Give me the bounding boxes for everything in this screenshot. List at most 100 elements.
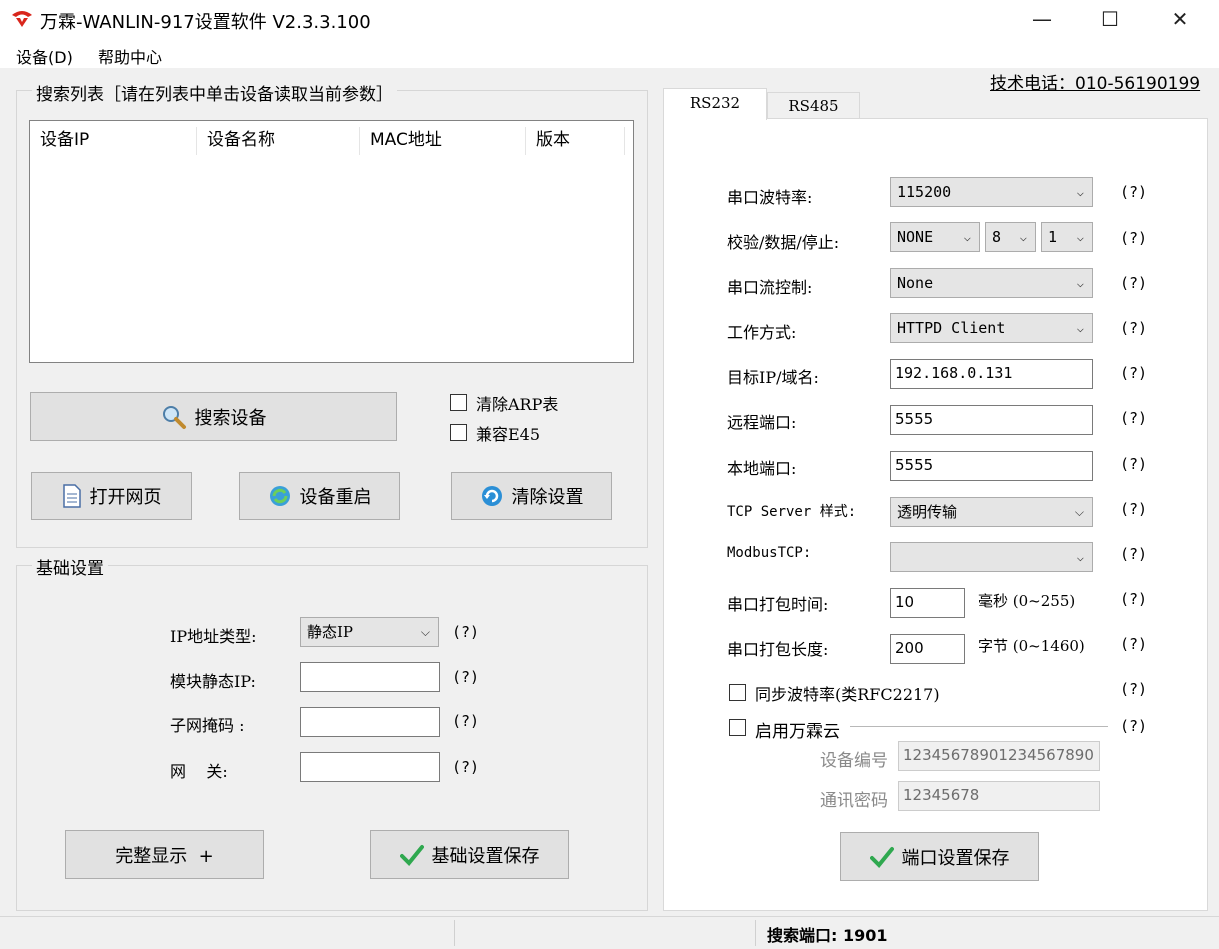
clear-arp-checkbox[interactable] xyxy=(450,394,467,411)
pack-time-label: 串口打包时间: xyxy=(727,595,829,614)
baud-label: 串口波特率: xyxy=(727,188,813,207)
modbus-select[interactable]: ⌵ xyxy=(890,542,1093,572)
comm-pwd-label: 通讯密码 xyxy=(820,791,888,811)
remote-port-help[interactable]: (?) xyxy=(1120,409,1147,427)
comm-pwd-input[interactable]: 12345678 xyxy=(898,781,1100,811)
status-separator xyxy=(755,920,756,946)
col-mac[interactable]: MAC地址 xyxy=(360,121,525,159)
clear-arp-label: 清除ARP表 xyxy=(476,395,559,414)
modbus-help[interactable]: (?) xyxy=(1120,545,1147,563)
remote-port-label: 远程端口: xyxy=(727,413,797,432)
compat-e45-label: 兼容E45 xyxy=(476,425,541,444)
parity-help[interactable]: (?) xyxy=(1120,229,1147,247)
cloud-enable-checkbox[interactable] xyxy=(729,719,746,736)
open-web-button[interactable]: 打开网页 xyxy=(31,472,192,520)
ip-type-select[interactable]: 静态IP ⌵ xyxy=(300,617,439,647)
checkmark-icon xyxy=(399,844,424,866)
parity-label: 校验/数据/停止: xyxy=(727,233,840,252)
device-no-input[interactable]: 12345678901234567890 xyxy=(898,741,1100,771)
static-ip-label: 模块静态IP: xyxy=(170,672,256,691)
full-display-button[interactable]: 完整显示 + xyxy=(65,830,264,879)
chevron-down-icon: ⌵ xyxy=(1019,230,1027,244)
tcp-style-help[interactable]: (?) xyxy=(1120,500,1147,518)
restart-button[interactable]: 设备重启 xyxy=(239,472,400,520)
tcp-style-label: TCP Server 样式: xyxy=(727,504,857,520)
magnifier-icon xyxy=(162,405,186,429)
col-version[interactable]: 版本 xyxy=(526,121,624,159)
remote-port-input[interactable]: 5555 xyxy=(890,405,1093,435)
menu-help[interactable]: 帮助中心 xyxy=(98,44,162,68)
port-save-button[interactable]: 端口设置保存 xyxy=(840,832,1039,881)
refresh-icon xyxy=(269,486,290,506)
ip-type-value: 静态IP xyxy=(307,623,354,641)
close-button[interactable]: ✕ xyxy=(1150,0,1210,38)
compat-e45-checkbox[interactable] xyxy=(450,424,467,441)
local-port-input[interactable]: 5555 xyxy=(890,451,1093,481)
pack-len-unit: 字节 (0~1460) xyxy=(978,637,1085,655)
menu-device[interactable]: 设备(D) xyxy=(16,44,73,68)
window-title: 万霖-WANLIN-917设置软件 V2.3.3.100 xyxy=(40,12,371,33)
subnet-input[interactable] xyxy=(300,707,440,737)
target-ip-input[interactable]: 192.168.0.131 xyxy=(890,359,1093,389)
stop-bits-value: 1 xyxy=(1048,228,1058,246)
gateway-input[interactable] xyxy=(300,752,440,782)
subnet-help[interactable]: (?) xyxy=(452,712,479,730)
flow-select[interactable]: None ⌵ xyxy=(890,268,1093,298)
parity-select[interactable]: NONE ⌵ xyxy=(890,222,980,252)
minimize-button[interactable]: — xyxy=(1012,0,1072,38)
sync-baud-checkbox[interactable] xyxy=(729,684,746,701)
flow-label: 串口流控制: xyxy=(727,278,813,297)
mode-help[interactable]: (?) xyxy=(1120,319,1147,337)
status-separator xyxy=(454,920,455,946)
data-bits-select[interactable]: 8 ⌵ xyxy=(985,222,1036,252)
cloud-enable-label: 启用万霖云 xyxy=(755,722,840,742)
search-device-label: 搜索设备 xyxy=(194,407,267,429)
gateway-help[interactable]: (?) xyxy=(452,758,479,776)
maximize-button[interactable]: ☐ xyxy=(1080,0,1140,38)
app-logo-icon xyxy=(12,11,32,27)
pack-len-help[interactable]: (?) xyxy=(1120,635,1147,653)
cloud-help[interactable]: (?) xyxy=(1120,717,1147,735)
ip-type-help[interactable]: (?) xyxy=(452,623,479,641)
baud-value: 115200 xyxy=(897,183,952,201)
chevron-down-icon: ⌵ xyxy=(1076,276,1084,290)
baud-help[interactable]: (?) xyxy=(1120,183,1147,201)
target-help[interactable]: (?) xyxy=(1120,364,1147,382)
mode-select[interactable]: HTTPD Client ⌵ xyxy=(890,313,1093,343)
device-no-label: 设备编号 xyxy=(820,751,888,771)
chevron-down-icon: ⌵ xyxy=(1076,185,1084,199)
basic-save-button[interactable]: 基础设置保存 xyxy=(370,830,569,879)
sync-baud-help[interactable]: (?) xyxy=(1120,680,1147,698)
port-save-label: 端口设置保存 xyxy=(901,847,1010,869)
cloud-divider xyxy=(850,726,1108,727)
reset-icon xyxy=(481,486,502,506)
modbus-label: ModbusTCP: xyxy=(727,545,812,561)
chevron-down-icon: ⌵ xyxy=(420,625,430,639)
pack-time-help[interactable]: (?) xyxy=(1120,590,1147,608)
status-bar xyxy=(0,916,1219,949)
stop-bits-select[interactable]: 1 ⌵ xyxy=(1041,222,1093,252)
search-device-button[interactable]: 搜索设备 xyxy=(30,392,397,441)
mode-label: 工作方式: xyxy=(727,323,797,342)
clear-settings-label: 清除设置 xyxy=(511,487,584,508)
flow-value: None xyxy=(897,274,934,292)
tab-rs232[interactable]: RS232 xyxy=(663,88,767,120)
local-port-help[interactable]: (?) xyxy=(1120,455,1147,473)
chevron-down-icon: ⌵ xyxy=(1076,550,1084,564)
baud-select[interactable]: 115200 ⌵ xyxy=(890,177,1093,207)
tab-rs485[interactable]: RS485 xyxy=(767,92,860,119)
pack-time-input[interactable]: 10 xyxy=(890,588,965,618)
col-device-ip[interactable]: 设备IP xyxy=(30,121,196,159)
pack-time-unit: 毫秒 (0~255) xyxy=(978,592,1076,610)
tcp-style-select[interactable]: 透明传输 ⌵ xyxy=(890,497,1093,527)
col-device-name[interactable]: 设备名称 xyxy=(197,121,359,159)
ip-type-label: IP地址类型: xyxy=(170,627,257,646)
device-list[interactable]: 设备IP 设备名称 MAC地址 版本 xyxy=(29,120,634,363)
pack-len-input[interactable]: 200 xyxy=(890,634,965,664)
static-ip-input[interactable] xyxy=(300,662,440,692)
tcp-style-value: 透明传输 xyxy=(897,503,958,521)
parity-value: NONE xyxy=(897,228,934,246)
flow-help[interactable]: (?) xyxy=(1120,274,1147,292)
clear-settings-button[interactable]: 清除设置 xyxy=(451,472,612,520)
static-ip-help[interactable]: (?) xyxy=(452,668,479,686)
